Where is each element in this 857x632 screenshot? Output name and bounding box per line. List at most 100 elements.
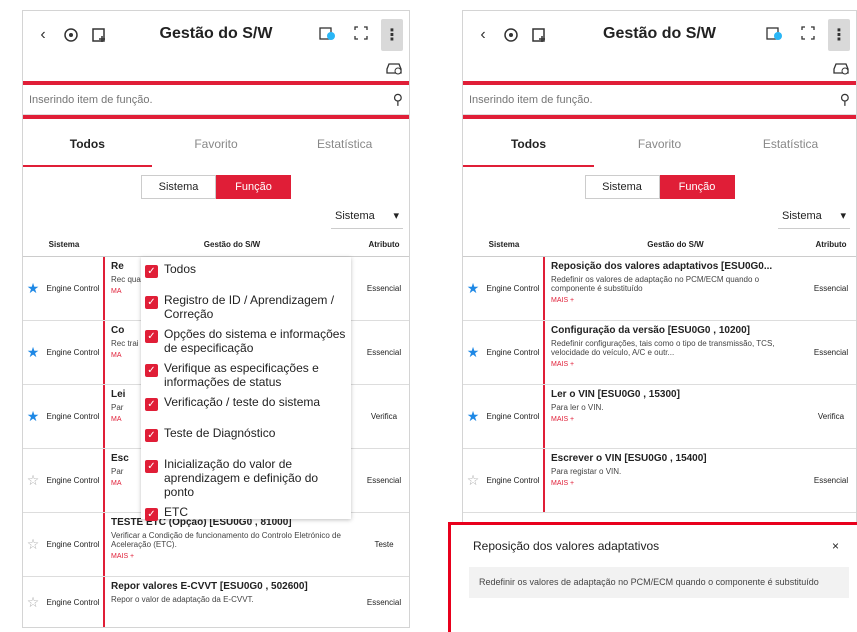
filter-option[interactable]: ✓ Inicialização do valor de aprendizagem … xyxy=(145,454,347,502)
checkbox-checked-icon[interactable]: ✓ xyxy=(145,364,158,377)
row-title: Configuração da versão [ESU0G0 , 10200] xyxy=(551,325,750,336)
checkbox-checked-icon[interactable]: ✓ xyxy=(145,508,158,521)
toggle-funcao[interactable]: Função xyxy=(216,175,291,199)
col-gestao[interactable]: Gestão do S/W xyxy=(105,240,359,249)
car-tool-icon[interactable] xyxy=(385,59,403,81)
more-menu-button[interactable]: ⋮ xyxy=(381,19,403,51)
star-filled-icon[interactable]: ★ xyxy=(463,321,483,384)
more-menu-button[interactable]: ⋮ xyxy=(828,19,850,51)
system-dropdown[interactable]: Sistema ▾ xyxy=(778,203,850,229)
col-atributo[interactable]: Atributo xyxy=(806,240,856,249)
row-attribute: Verifica xyxy=(370,412,398,421)
col-sistema[interactable]: Sistema xyxy=(463,240,545,249)
tab-favorito[interactable]: Favorito xyxy=(152,127,281,167)
filter-option[interactable]: ✓ Registro de ID / Aprendizagem / Correçã… xyxy=(145,290,347,324)
more-link[interactable]: MAIS + xyxy=(551,361,800,368)
checkbox-checked-icon[interactable]: ✓ xyxy=(145,429,158,442)
star-outline-icon[interactable]: ☆ xyxy=(463,449,483,512)
more-link[interactable]: MAIS + xyxy=(111,553,353,560)
row-function[interactable]: Configuração da versão [ESU0G0 , 10200] R… xyxy=(545,321,806,384)
accent-bar-bottom xyxy=(23,115,409,119)
calendar-icon[interactable] xyxy=(760,19,788,47)
row-system: Engine Control xyxy=(43,577,105,627)
row-title: Repor valores E-CVVT [ESU0G0 , 502600] xyxy=(111,581,308,592)
row-function[interactable]: Reposição dos valores adaptativos [ESU0G… xyxy=(545,257,806,320)
table-row[interactable]: ★ Engine Control Ler o VIN [ESU0G0 , 15300… xyxy=(463,385,856,449)
more-link[interactable]: MAIS + xyxy=(551,297,800,304)
col-atributo[interactable]: Atributo xyxy=(359,240,409,249)
filter-option[interactable]: ✓ Opções do sistema e informações de espe… xyxy=(145,324,347,358)
checkbox-checked-icon[interactable]: ✓ xyxy=(145,265,158,278)
more-link[interactable]: MAIS + xyxy=(551,480,800,487)
search-input[interactable] xyxy=(469,93,840,106)
star-outline-icon[interactable]: ☆ xyxy=(23,513,43,576)
row-function[interactable]: Ler o VIN [ESU0G0 , 15300] Para ler o VIN… xyxy=(545,385,806,448)
filter-option[interactable]: ✓ Verifique as especificações e informaçõ… xyxy=(145,358,347,392)
function-filter-popup: ✓ Todos ✓ Registro de ID / Aprendizagem / C… xyxy=(141,257,351,521)
row-attribute: Essencial xyxy=(366,598,402,607)
star-filled-icon[interactable]: ★ xyxy=(23,321,43,384)
star-filled-icon[interactable]: ★ xyxy=(463,385,483,448)
search-input[interactable] xyxy=(29,93,393,106)
star-outline-icon[interactable]: ☆ xyxy=(23,449,43,512)
search-icon[interactable]: ⚲ xyxy=(393,91,403,108)
table-row[interactable]: ☆ Engine Control Repor valores E-CVVT [ESU… xyxy=(23,577,409,627)
star-outline-icon[interactable]: ☆ xyxy=(23,577,43,627)
system-dropdown[interactable]: Sistema ▾ xyxy=(331,203,403,229)
filter-option[interactable]: ✓ ETC xyxy=(145,502,347,533)
row-attribute: Essencial xyxy=(813,476,849,485)
vehicle-signal-icon[interactable] xyxy=(497,21,525,49)
tab-estatistica[interactable]: Estatística xyxy=(725,127,856,167)
app-header: ‹ Gestão do S/W ⋮ xyxy=(23,11,409,59)
row-attribute: Essencial xyxy=(813,284,849,293)
search-bar: ⚲ xyxy=(23,85,409,115)
back-button[interactable]: ‹ xyxy=(469,21,497,49)
table-row[interactable]: ★ Engine Control Configuração da versão [E… xyxy=(463,321,856,385)
vehicle-signal-icon[interactable] xyxy=(57,21,85,49)
row-attribute: Essencial xyxy=(813,348,849,357)
tab-todos[interactable]: Todos xyxy=(463,127,594,167)
toggle-sistema[interactable]: Sistema xyxy=(584,175,660,199)
sheet-title: Reposição dos valores adaptativos xyxy=(473,539,660,553)
col-sistema[interactable]: Sistema xyxy=(23,240,105,249)
view-toggle: Sistema Função xyxy=(463,175,856,199)
accent-bar-bottom xyxy=(463,115,856,119)
checkbox-checked-icon[interactable]: ✓ xyxy=(145,398,158,411)
row-function[interactable]: Escrever o VIN [ESU0G0 , 15400] Para regi… xyxy=(545,449,806,512)
row-system: Engine Control xyxy=(43,385,105,448)
star-filled-icon[interactable]: ★ xyxy=(23,385,43,448)
function-detail-sheet: Reposição dos valores adaptativos × Rede… xyxy=(448,522,857,632)
tab-estatistica[interactable]: Estatística xyxy=(280,127,409,167)
row-attribute: Essencial xyxy=(366,348,402,357)
filter-option[interactable]: ✓ Verificação / teste do sistema xyxy=(145,392,347,423)
tab-todos[interactable]: Todos xyxy=(23,127,152,167)
car-tool-icon[interactable] xyxy=(832,59,850,81)
capture-icon[interactable] xyxy=(347,19,375,47)
tab-favorito[interactable]: Favorito xyxy=(594,127,725,167)
row-function[interactable]: Repor valores E-CVVT [ESU0G0 , 502600] Re… xyxy=(105,577,359,627)
search-icon[interactable]: ⚲ xyxy=(840,91,850,108)
col-gestao[interactable]: Gestão do S/W xyxy=(545,240,806,249)
back-button[interactable]: ‹ xyxy=(29,21,57,49)
star-filled-icon[interactable]: ★ xyxy=(23,257,43,320)
add-document-icon[interactable] xyxy=(525,21,553,49)
row-attribute: Verifica xyxy=(817,412,845,421)
star-filled-icon[interactable]: ★ xyxy=(463,257,483,320)
table-row[interactable]: ★ Engine Control Reposição dos valores ada… xyxy=(463,257,856,321)
checkbox-checked-icon[interactable]: ✓ xyxy=(145,330,158,343)
sheet-description: Redefinir os valores de adaptação no PCM… xyxy=(469,567,849,598)
close-icon[interactable]: × xyxy=(832,539,839,553)
toggle-sistema[interactable]: Sistema xyxy=(141,175,216,199)
more-link[interactable]: MAIS + xyxy=(551,416,800,423)
row-system: Engine Control xyxy=(483,257,545,320)
add-document-icon[interactable] xyxy=(85,21,113,49)
checkbox-checked-icon[interactable]: ✓ xyxy=(145,460,158,473)
capture-icon[interactable] xyxy=(794,19,822,47)
table-row[interactable]: ☆ Engine Control Escrever o VIN [ESU0G0 , … xyxy=(463,449,856,513)
toggle-funcao[interactable]: Função xyxy=(659,175,735,199)
filter-option[interactable]: ✓ Todos xyxy=(145,259,347,290)
checkbox-checked-icon[interactable]: ✓ xyxy=(145,296,158,309)
filter-option[interactable]: ✓ Teste de Diagnóstico xyxy=(145,423,347,454)
row-description: Para ler o VIN. xyxy=(551,403,604,412)
calendar-icon[interactable] xyxy=(313,19,341,47)
